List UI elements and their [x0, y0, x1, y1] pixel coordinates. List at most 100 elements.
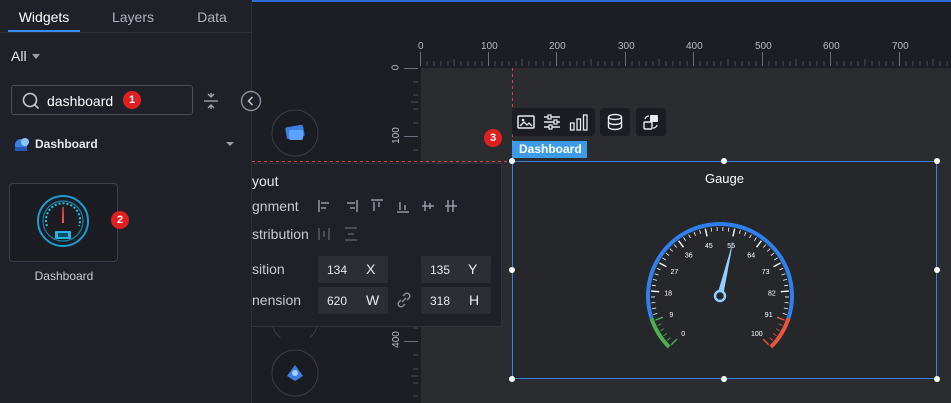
resize-handle[interactable]: [934, 376, 940, 382]
gauge-tick: [769, 337, 774, 341]
ruler-label: 400: [390, 331, 402, 348]
gauge-tick: [766, 248, 771, 252]
align-left-icon: [318, 200, 329, 212]
collapse-panel-button[interactable]: [240, 90, 262, 112]
distribution-label: stribution: [252, 226, 309, 242]
resize-handle[interactable]: [509, 158, 515, 164]
alignment-guides: [252, 68, 513, 162]
ruler-label: 0: [418, 41, 424, 52]
ruler-label: 700: [892, 41, 909, 52]
gauge-tick: [773, 262, 781, 268]
widget-label: Dashboard: [34, 269, 94, 283]
distribute-horizontal-icon: [318, 228, 330, 240]
link-icon[interactable]: [396, 292, 412, 308]
gauge-tick-label: 9: [669, 312, 673, 319]
gauge-tick-label: 64: [747, 252, 755, 259]
distribute-vertical-icon: [345, 227, 357, 241]
ruler-label: 200: [549, 41, 566, 52]
gauge-title: Gauge: [704, 171, 745, 186]
category-label[interactable]: Dashboard: [35, 137, 98, 151]
gauge-tick: [772, 333, 777, 337]
resize-handle[interactable]: [509, 267, 515, 273]
tab-layers[interactable]: Layers: [94, 0, 172, 32]
gauge-tick: [665, 252, 670, 256]
step-badge-3: 3: [484, 129, 502, 147]
layout-panel-title: yout: [252, 173, 279, 189]
gauge-widget-icon: [37, 195, 89, 247]
step-badge-1: 1: [123, 91, 141, 109]
align-right-icon: [347, 200, 358, 212]
gauge-tick: [688, 234, 691, 239]
gauge-tick: [775, 328, 780, 332]
gauge-tick-label: 82: [768, 290, 776, 297]
filter-dropdown[interactable]: All: [11, 48, 27, 64]
gauge-tick: [660, 328, 665, 332]
gauge-tick: [651, 284, 656, 287]
gauge-tick-label: 100: [751, 331, 763, 338]
gauge-tick: [653, 313, 658, 315]
gauge-tick: [655, 316, 664, 321]
gauge-tick-label: 0: [681, 331, 685, 338]
gauge-tick-label: 45: [705, 243, 713, 250]
collapse-all-icon[interactable]: [202, 92, 220, 110]
gauge-tick: [693, 231, 696, 236]
gauge-tick: [727, 227, 730, 232]
gauge-tick: [652, 307, 657, 310]
selected-component-tag: Dashboard: [512, 141, 587, 158]
interaction-icon[interactable]: [641, 113, 661, 131]
gauge-tick: [749, 234, 752, 239]
tab-widgets[interactable]: Widgets: [8, 0, 80, 32]
resize-handle[interactable]: [934, 158, 940, 164]
gauge-tick: [657, 323, 662, 326]
ruler-label: 600: [823, 41, 840, 52]
align-middle-icon: [422, 201, 434, 211]
position-y-value[interactable]: 135: [430, 263, 450, 277]
gauge-tick-label: 18: [664, 290, 672, 297]
gauge-tick: [781, 273, 786, 276]
align-center-icon: [445, 200, 457, 212]
alignment-buttons: [318, 199, 457, 213]
canvas-top-border: [252, 0, 951, 2]
chevron-down-icon[interactable]: [226, 142, 234, 146]
resize-handle[interactable]: [721, 158, 727, 164]
image-icon[interactable]: [517, 114, 535, 130]
gauge-tick: [770, 252, 775, 256]
resize-handle[interactable]: [721, 376, 727, 382]
component-thumbnail[interactable]: [270, 348, 320, 398]
gauge-tick: [678, 240, 685, 248]
gauge-tick: [744, 231, 747, 236]
tab-data[interactable]: Data: [180, 0, 244, 32]
gauge-tick: [782, 313, 787, 315]
gauge-tick: [784, 284, 789, 287]
ruler-label: 100: [481, 41, 498, 52]
bar-chart-icon[interactable]: [569, 113, 589, 131]
gauge-tick: [780, 290, 789, 293]
gauge-tick: [732, 228, 736, 237]
chevron-down-icon[interactable]: [32, 54, 40, 59]
gauge-tick: [670, 338, 678, 346]
align-top-icon: [371, 199, 383, 211]
height-value[interactable]: 318: [430, 294, 450, 308]
gauge-high-arc: [769, 317, 791, 349]
gauge-tick: [683, 237, 686, 242]
gauge-tick: [778, 323, 783, 326]
gauge-tick: [755, 240, 762, 248]
dimension-label: nension: [252, 292, 302, 308]
gauge-tick: [738, 229, 741, 235]
settings-sliders-icon[interactable]: [543, 113, 561, 131]
gauge-tick-label: 91: [765, 312, 773, 319]
gauge-tick: [663, 333, 668, 337]
resize-handle[interactable]: [509, 376, 515, 382]
gauge-hub: [713, 289, 727, 303]
position-x-value[interactable]: 134: [327, 263, 347, 277]
database-icon[interactable]: [606, 113, 624, 131]
gauge-tick: [762, 338, 770, 346]
gauge-tick-label: 73: [762, 269, 770, 276]
ruler-label: 300: [618, 41, 635, 52]
gauge-tick: [662, 257, 667, 261]
resize-handle[interactable]: [934, 267, 940, 273]
search-value[interactable]: dashboard: [47, 93, 113, 109]
width-value[interactable]: 620: [327, 294, 347, 308]
gauge-tick: [779, 267, 784, 271]
gauge-tick: [782, 279, 788, 281]
